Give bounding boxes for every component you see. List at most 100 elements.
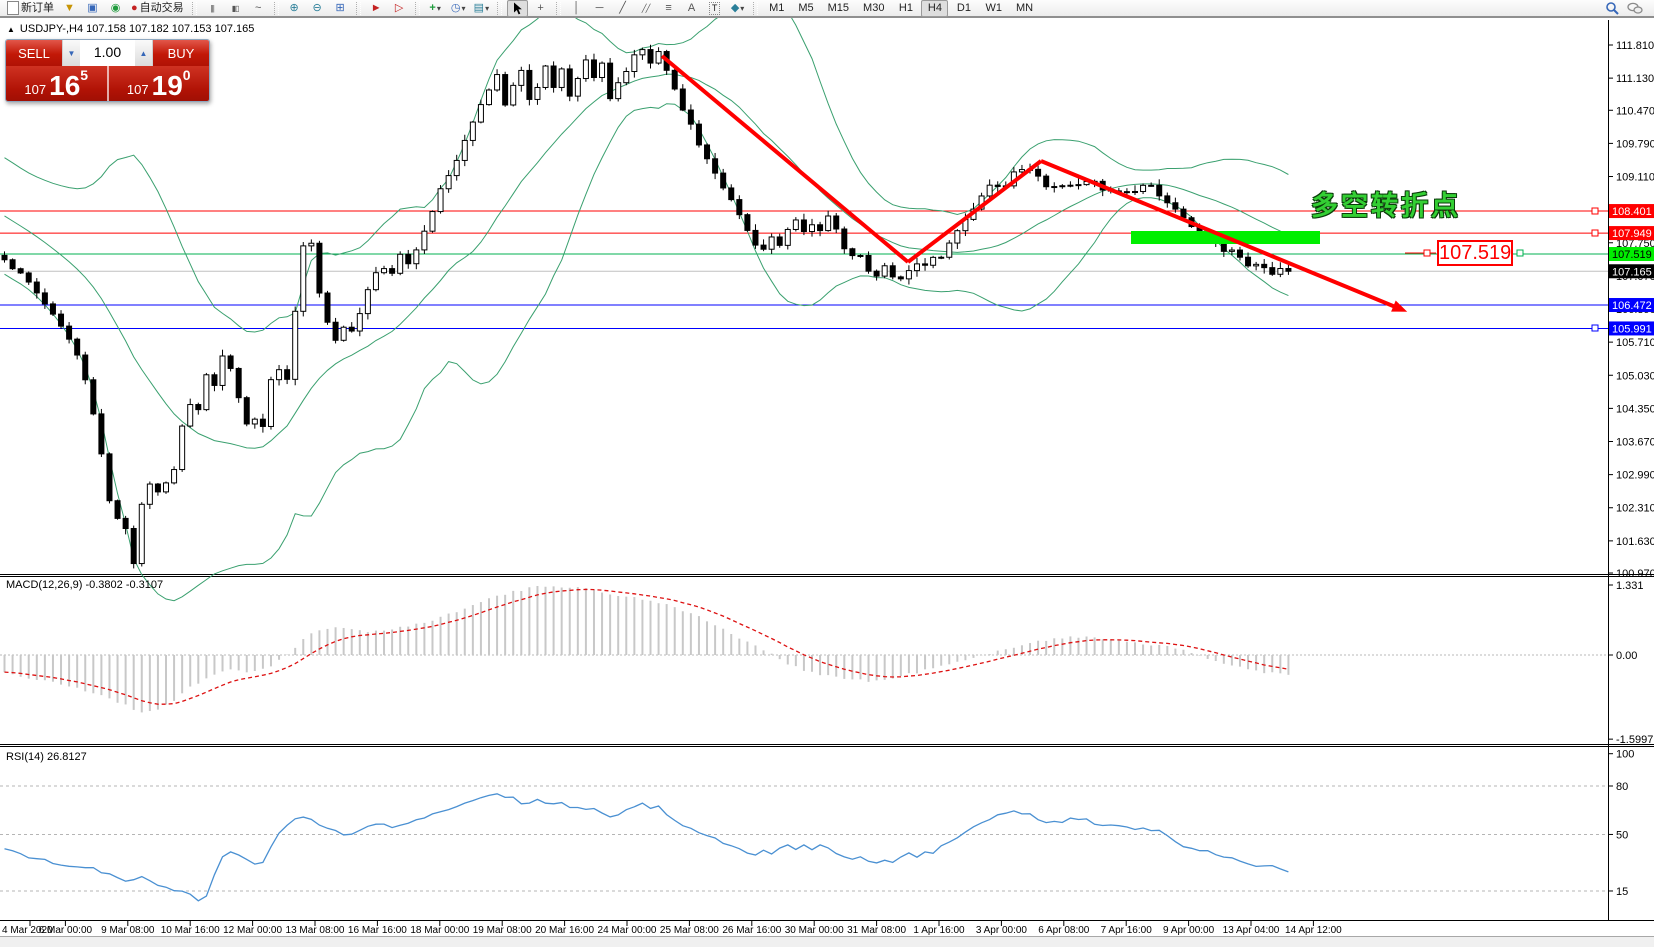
timeframe-mn[interactable]: MN	[1010, 0, 1039, 17]
one-click-trading-panel: SELL ▼ 1.00 ▲ BUY 107 16 5 107 19 0	[5, 39, 210, 102]
svg-text:26 Mar 16:00: 26 Mar 16:00	[722, 925, 781, 936]
svg-text:109.790: 109.790	[1616, 138, 1654, 150]
svg-text:102.990: 102.990	[1616, 470, 1654, 482]
symbol-ohlc-text: USDJPY-,H4 107.158 107.182 107.153 107.1…	[20, 23, 254, 35]
zoom-in-icon[interactable]: ⊕	[284, 0, 305, 17]
fibonacci-tool-icon[interactable]: ≡	[658, 0, 679, 17]
svg-text:12 Mar 00:00: 12 Mar 00:00	[223, 925, 282, 936]
add-indicator-icon: +	[429, 2, 435, 15]
macd-indicator-label: MACD(12,26,9) -0.3802 -0.3107	[6, 579, 163, 591]
timeframe-m1[interactable]: M1	[763, 0, 790, 17]
svg-text:104.350: 104.350	[1616, 403, 1654, 415]
timeframe-m15[interactable]: M15	[822, 0, 855, 17]
horizontal-line-tool-icon[interactable]: ─	[589, 0, 610, 17]
svg-text:1.331: 1.331	[1616, 580, 1644, 592]
time-axis: 4 Mar 20206 Mar 00:009 Mar 08:0010 Mar 1…	[2, 921, 1342, 936]
chart-shift-icon[interactable]: ▷	[389, 0, 410, 17]
macd-axis: 1.3310.00-1.5997	[1608, 580, 1653, 746]
crosshair-tool-icon[interactable]: +	[530, 0, 551, 17]
auto-scroll-icon[interactable]: ►	[366, 0, 387, 17]
svg-text:13 Apr 04:00: 13 Apr 04:00	[1223, 925, 1280, 936]
market-watch-window-icon[interactable]: ▣	[82, 0, 103, 17]
toolbar-separator	[497, 2, 502, 15]
svg-text:20 Mar 16:00: 20 Mar 16:00	[535, 925, 594, 936]
svg-text:6 Mar 00:00: 6 Mar 00:00	[39, 925, 93, 936]
svg-text:106.472: 106.472	[1612, 300, 1652, 312]
svg-text:13 Mar 08:00: 13 Mar 08:00	[286, 925, 345, 936]
volume-increase-button[interactable]: ▲	[135, 40, 152, 66]
price-tag-label[interactable]: 107.519	[1437, 240, 1513, 266]
chat-icon[interactable]	[1624, 0, 1646, 17]
svg-text:3 Apr 00:00: 3 Apr 00:00	[976, 925, 1028, 936]
new-order-button[interactable]: 新订单	[4, 0, 57, 17]
svg-text:102.310: 102.310	[1616, 503, 1654, 515]
dropdown-arrow-icon: ▾	[740, 2, 744, 15]
add-indicator-button[interactable]: + ▾	[425, 0, 446, 17]
dropdown-arrow-icon: ▾	[437, 2, 441, 15]
shapes-tool-button[interactable]: ◆ ▾	[727, 0, 748, 17]
timeframe-w1[interactable]: W1	[979, 0, 1008, 17]
signal-icon[interactable]: ◉	[105, 0, 126, 17]
volume-input[interactable]: 1.00	[80, 40, 135, 66]
toolbar-separator	[556, 2, 561, 15]
collapse-ohlc-icon[interactable]: ▲	[7, 25, 15, 34]
svg-text:14 Apr 12:00: 14 Apr 12:00	[1285, 925, 1342, 936]
candles	[2, 45, 1291, 569]
status-bar	[0, 936, 1654, 947]
sell-price[interactable]: 107 16 5	[6, 66, 107, 101]
svg-text:105.710: 105.710	[1616, 337, 1654, 349]
svg-text:107.949: 107.949	[1612, 228, 1652, 240]
svg-text:105.991: 105.991	[1612, 323, 1652, 335]
periods-button[interactable]: ◷ ▾	[448, 0, 469, 17]
templates-button[interactable]: ▤ ▾	[471, 0, 492, 17]
shapes-icon: ◆	[731, 2, 739, 15]
chart-canvas[interactable]: 111.810111.130110.470109.790109.110108.4…	[0, 0, 1654, 946]
text-label-tool-icon[interactable]: T	[704, 0, 725, 17]
dropdown-arrow-icon: ▾	[461, 2, 465, 15]
zoom-out-icon[interactable]: ⊖	[307, 0, 328, 17]
timeframe-h1[interactable]: H1	[892, 0, 919, 17]
new-order-icon	[7, 1, 19, 15]
volume-decrease-button[interactable]: ▼	[63, 40, 80, 66]
svg-text:6 Apr 08:00: 6 Apr 08:00	[1038, 925, 1090, 936]
svg-text:109.110: 109.110	[1616, 172, 1654, 184]
toolbar-separator	[356, 2, 361, 15]
svg-text:107.519: 107.519	[1612, 249, 1652, 261]
tile-windows-icon[interactable]: ⊞	[330, 0, 351, 17]
svg-text:108.401: 108.401	[1612, 206, 1652, 218]
turning-point-annotation[interactable]: 多空转折点	[1311, 184, 1461, 223]
sell-button[interactable]: SELL	[6, 40, 62, 66]
search-icon[interactable]	[1601, 0, 1622, 17]
channel-tool-icon[interactable]: ╱╱	[635, 0, 656, 17]
buy-price[interactable]: 107 19 0	[109, 66, 210, 101]
timeframe-buttons: M1M5M15M30H1H4D1W1MN	[762, 0, 1040, 17]
text-tool-icon[interactable]: A	[681, 0, 702, 17]
svg-text:9 Apr 00:00: 9 Apr 00:00	[1163, 925, 1215, 936]
svg-text:50: 50	[1616, 829, 1628, 841]
funnel-icon[interactable]: ▼	[59, 0, 80, 17]
svg-text:15: 15	[1616, 886, 1628, 898]
line-chart-type-icon[interactable]: ~	[248, 0, 269, 17]
auto-trading-button[interactable]: ● 自动交易	[128, 0, 187, 17]
buy-price-pips: 19	[152, 73, 183, 99]
symbol-header[interactable]: ▲ USDJPY-,H4 107.158 107.182 107.153 107…	[7, 23, 254, 35]
bar-chart-type-icon[interactable]: |||	[202, 0, 223, 17]
timeframe-m30[interactable]: M30	[857, 0, 890, 17]
svg-text:31 Mar 08:00: 31 Mar 08:00	[847, 925, 906, 936]
cursor-tool-icon[interactable]	[507, 0, 528, 17]
sell-price-pipette: 5	[80, 68, 88, 82]
clock-icon: ◷	[451, 2, 461, 15]
svg-text:100.970: 100.970	[1616, 568, 1654, 580]
vertical-line-tool-icon[interactable]: │	[566, 0, 587, 17]
dropdown-arrow-icon: ▾	[485, 2, 489, 15]
svg-text:110.470: 110.470	[1616, 105, 1654, 117]
candlestick-chart-type-icon[interactable]: ▮▯	[225, 0, 246, 17]
timeframe-d1[interactable]: D1	[950, 0, 977, 17]
trendline-tool-icon[interactable]: ╱	[612, 0, 633, 17]
svg-text:7 Apr 16:00: 7 Apr 16:00	[1101, 925, 1153, 936]
timeframe-m5[interactable]: M5	[792, 0, 819, 17]
panel-borders	[0, 20, 1654, 921]
buy-button[interactable]: BUY	[153, 40, 209, 66]
timeframe-h4[interactable]: H4	[921, 0, 948, 17]
svg-text:100: 100	[1616, 749, 1634, 761]
